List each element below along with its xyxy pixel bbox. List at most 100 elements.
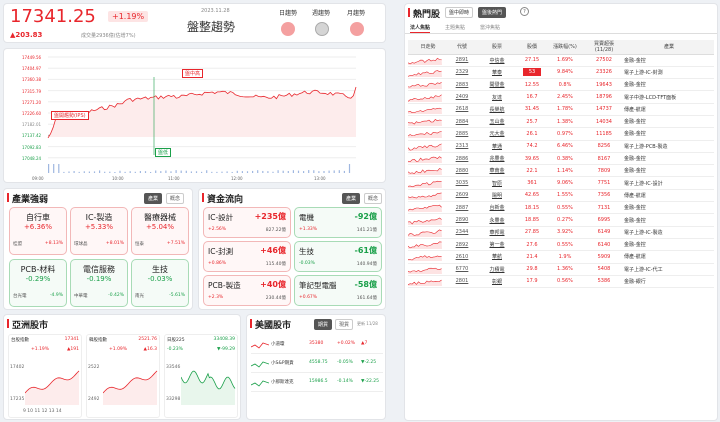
- table-row[interactable]: 2892 第一金 27.6 0.55% 6140 金融-金控: [408, 238, 714, 252]
- stock-code[interactable]: 2880: [448, 164, 476, 178]
- flow-tab-concept[interactable]: 概念: [364, 193, 383, 204]
- asia-item[interactable]: 日股225 33408.39 -0.23% ▼-99.29 33546 33298: [164, 334, 238, 418]
- us-tab-spot[interactable]: 現貨: [335, 319, 354, 330]
- stock-name[interactable]: 華航: [476, 250, 518, 264]
- flow-tab-sector[interactable]: 產業: [342, 193, 361, 204]
- stock-name[interactable]: 台新金: [476, 201, 518, 215]
- help-icon[interactable]: ?: [520, 7, 529, 16]
- us-row[interactable]: 小那斯達克 15986.5 -0.14% ▼-22.25: [251, 375, 383, 392]
- industry-name: 自行車: [26, 213, 50, 222]
- stock-name[interactable]: 第一金: [476, 238, 518, 252]
- table-row[interactable]: 2618 長榮航 31.45 1.78% 14737 傳產-航運: [408, 103, 714, 116]
- mode-month-icon[interactable]: [350, 22, 364, 36]
- stock-code[interactable]: 2801: [448, 275, 476, 289]
- industry-cell[interactable]: IC-製造 +5.33% 環球晶 +8.01%: [70, 207, 128, 255]
- industry-tab-concept[interactable]: 概念: [166, 193, 185, 204]
- stock-code[interactable]: 2313: [448, 140, 476, 153]
- industry-tab-sector[interactable]: 產業: [144, 193, 163, 204]
- stock-code[interactable]: 2886: [448, 152, 476, 166]
- stock-code[interactable]: 2890: [448, 213, 476, 227]
- table-row[interactable]: 2886 兆豐金 39.65 0.38% 8167 金融-金控: [408, 152, 714, 166]
- stock-name[interactable]: 元大金: [476, 127, 518, 141]
- stock-code[interactable]: 2884: [448, 115, 476, 129]
- stock-code[interactable]: 2609: [448, 189, 476, 203]
- table-row[interactable]: 2609 陽明 42.65 1.55% 7356 傳產-航運: [408, 189, 714, 203]
- stock-name[interactable]: 華南金: [476, 164, 518, 178]
- mode-month-label[interactable]: 月趨勢: [347, 8, 365, 17]
- table-row[interactable]: 2409 友達 16.7 2.45% 18796 電子中游-LCD-TFT面板: [408, 90, 714, 104]
- table-row[interactable]: 2891 中信金 27.15 1.69% 27502 金融-金控: [408, 54, 714, 67]
- stock-code[interactable]: 3035: [448, 176, 476, 190]
- stock-name[interactable]: 兆豐金: [476, 152, 518, 166]
- stock-pct: 1.9%: [546, 250, 584, 264]
- flow-cell[interactable]: 筆記型電腦 -58億 +0.67% 161.64億: [294, 275, 382, 306]
- table-row[interactable]: 6770 力積電 29.8 1.36% 5408 電子上游-IC-代工: [408, 263, 714, 276]
- stock-code[interactable]: 2883: [448, 78, 476, 92]
- hot-tab-after[interactable]: 盤後熱門: [478, 7, 507, 18]
- flow-cell[interactable]: 電機 -92億 +1.33% 141.21億: [294, 207, 382, 238]
- stock-code[interactable]: 6770: [448, 263, 476, 276]
- flow-cell[interactable]: IC-設計 +235億 +2.56% 827.22億: [203, 207, 291, 238]
- stock-code[interactable]: 2344: [448, 226, 476, 239]
- stock-name[interactable]: 彰銀: [476, 275, 518, 289]
- industry-cell[interactable]: 生技 -0.03% 南光 -5.61%: [131, 259, 189, 307]
- table-row[interactable]: 2883 開發金 12.55 0.8% 19643 金融-金控: [408, 78, 714, 92]
- stock-pct: 9.06%: [546, 176, 584, 190]
- table-row[interactable]: 2884 玉山金 25.7 1.38% 14034 金融-金控: [408, 115, 714, 129]
- flow-cell[interactable]: IC-封測 +46億 +0.86% 115.40億: [203, 241, 291, 272]
- stock-name[interactable]: 玉山金: [476, 115, 518, 129]
- table-row[interactable]: 2890 永豐金 18.85 0.27% 6995 金融-金控: [408, 213, 714, 227]
- table-row[interactable]: 2313 華通 74.2 6.46% 8256 電子上游-PCB-製造: [408, 140, 714, 153]
- asia-item[interactable]: 韓股指數 2521.76 +1.09% ▲16.3 2522 2492: [86, 334, 160, 418]
- stock-code[interactable]: 2409: [448, 90, 476, 104]
- mode-day-label[interactable]: 日趨勢: [279, 8, 297, 17]
- table-row[interactable]: 2610 華航 21.4 1.9% 5909 傳產-航運: [408, 250, 714, 264]
- stock-name[interactable]: 力積電: [476, 263, 518, 276]
- table-row[interactable]: 2344 華邦電 27.85 3.92% 6149 電子上游-IC-製造: [408, 226, 714, 239]
- table-row[interactable]: 2329 華泰 53 9.84% 23326 電子上游-IC-封測: [408, 66, 714, 80]
- stock-name[interactable]: 陽明: [476, 189, 518, 203]
- stock-code[interactable]: 2610: [448, 250, 476, 264]
- asia-item[interactable]: 台股指數 17341 +1.19% ▲191 17402 17235 9 10 11 12 …: [8, 334, 82, 418]
- industry-cell[interactable]: 自行車 +6.36% 桂盟 +8.13%: [9, 207, 67, 255]
- table-row[interactable]: 2887 台新金 18.15 0.55% 7131 金融-金控: [408, 201, 714, 215]
- stock-code[interactable]: 2618: [448, 103, 476, 116]
- stock-name[interactable]: 華泰: [476, 66, 518, 80]
- us-tab-futures[interactable]: 期貨: [314, 319, 333, 330]
- stock-code[interactable]: 2891: [448, 54, 476, 67]
- subtab-daytrade[interactable]: 當沖焦點: [480, 24, 500, 31]
- us-row[interactable]: 小道瓊 35380 +0.02% ▲7: [251, 337, 383, 354]
- stock-name[interactable]: 開發金: [476, 78, 518, 92]
- industry-cell[interactable]: 醫療器械 +5.04% 恒泰 +7.51%: [131, 207, 189, 255]
- stock-code[interactable]: 2892: [448, 238, 476, 252]
- asia-change: ▲16.3: [143, 347, 157, 352]
- table-row[interactable]: 2880 華南金 22.1 1.14% 7809 金融-金控: [408, 164, 714, 178]
- stock-code[interactable]: 2329: [448, 66, 476, 80]
- industry-cell[interactable]: 電信服務 -0.19% 中華電 -0.42%: [70, 259, 128, 307]
- stock-name[interactable]: 華邦電: [476, 226, 518, 239]
- stock-price-value: 22.1: [526, 167, 538, 174]
- flow-cell[interactable]: PCB-製造 +40億 +2.3% 230.44億: [203, 275, 291, 306]
- mode-week-label[interactable]: 週趨勢: [312, 8, 330, 17]
- table-row[interactable]: 2801 彰銀 17.9 0.56% 5386 金融-銀行: [408, 275, 714, 289]
- stock-code[interactable]: 2887: [448, 201, 476, 215]
- table-row[interactable]: 3035 智原 361 9.06% 7751 電子上游-IC-設計: [408, 176, 714, 190]
- stock-name[interactable]: 中信金: [476, 54, 518, 67]
- flow-cell[interactable]: 生技 -61億 -0.03% 140.94億: [294, 241, 382, 272]
- trend-date: 2023.11.28: [201, 8, 230, 14]
- table-row[interactable]: 2885 元大金 26.1 0.97% 11185 金融-金控: [408, 127, 714, 141]
- hot-tab-live[interactable]: 盤中即時: [445, 7, 474, 18]
- stock-code[interactable]: 2885: [448, 127, 476, 141]
- stock-name[interactable]: 友達: [476, 90, 518, 104]
- subtab-theme[interactable]: 主題焦點: [445, 24, 465, 31]
- industry-cell[interactable]: PCB-材料 -0.29% 台光電 -4.9%: [9, 259, 67, 307]
- stock-name[interactable]: 華通: [476, 140, 518, 153]
- mode-day-icon[interactable]: [281, 22, 295, 36]
- mode-week-icon[interactable]: [315, 22, 329, 36]
- stock-name[interactable]: 智原: [476, 176, 518, 190]
- row-sparkline: [408, 156, 442, 164]
- stock-name[interactable]: 長榮航: [476, 103, 518, 116]
- sparkline-cell: [408, 213, 448, 227]
- us-row[interactable]: 小S&P期貨 4558.75 -0.05% ▼-2.25: [251, 356, 383, 373]
- stock-name[interactable]: 永豐金: [476, 213, 518, 227]
